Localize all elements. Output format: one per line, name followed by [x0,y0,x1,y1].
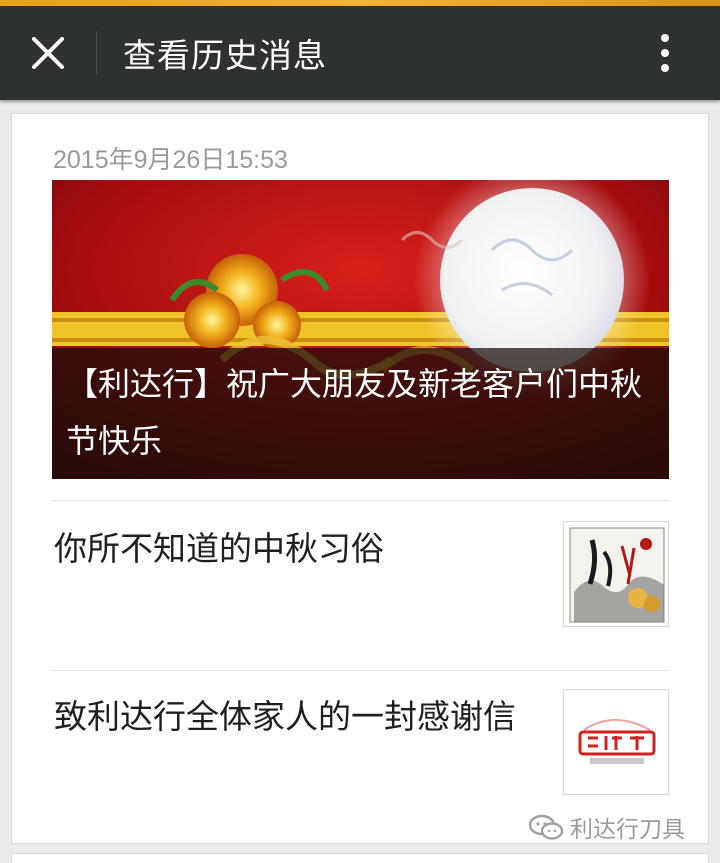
next-message-card [11,853,709,863]
title-bar: 查看历史消息 [0,6,720,100]
account-watermark: 利达行刀具 [528,810,685,844]
article-title: 致利达行全体家人的一封感谢信 [54,697,516,736]
more-vertical-icon [661,34,669,72]
message-card: 2015年9月26日15:53 【利达行】祝广大朋友及新老客户们中秋节快乐 你所… [11,113,709,844]
close-button[interactable] [0,6,96,100]
article-item[interactable]: 你所不知道的中秋习俗 [52,521,669,629]
article-thumbnail [563,689,669,795]
article-divider [52,500,669,501]
watermark-text: 利达行刀具 [570,817,685,843]
wechat-icon [528,814,564,840]
article-thumbnail [563,521,669,627]
main-article-title: 【利达行】祝广大朋友及新老客户们中秋节快乐 [52,348,669,479]
message-timestamp: 2015年9月26日15:53 [53,146,288,174]
main-article[interactable]: 【利达行】祝广大朋友及新老客户们中秋节快乐 [52,180,669,479]
more-menu-button[interactable] [610,6,720,100]
article-item[interactable]: 致利达行全体家人的一封感谢信 [52,689,669,799]
page-title: 查看历史消息 [123,36,327,75]
mid-autumn-painting-thumbnail [564,522,668,626]
close-icon [32,37,64,69]
article-divider [52,670,669,671]
title-divider [96,31,97,75]
article-title: 你所不知道的中秋习俗 [54,529,384,568]
thank-you-letter-thumbnail [564,690,668,794]
